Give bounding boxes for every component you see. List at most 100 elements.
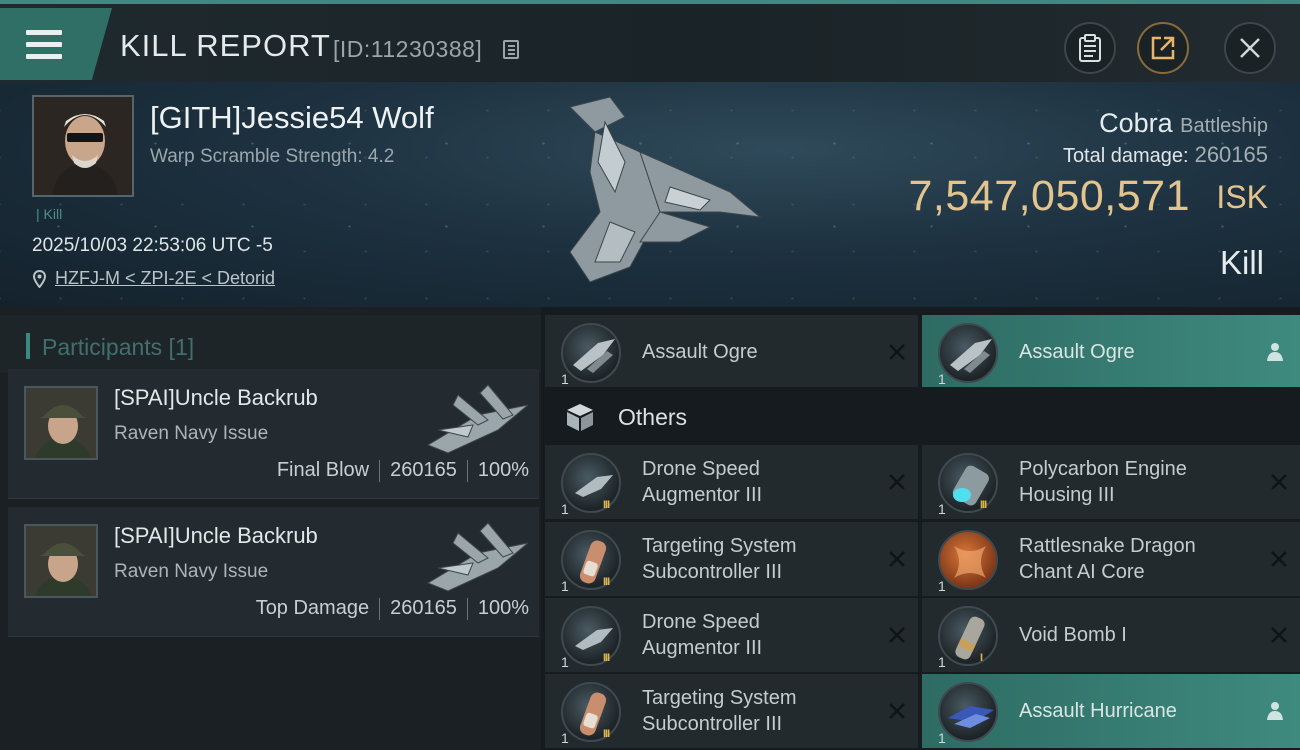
item-name: Drone Speed Augmentor III	[642, 458, 763, 506]
subcontroller-icon	[561, 682, 621, 742]
item-name: Drone Speed Augmentor III	[642, 611, 763, 659]
participant-damage: 260165	[390, 459, 457, 481]
participants-heading: Participants [1]	[42, 334, 195, 360]
divider	[466, 597, 468, 620]
item-quantity: 1	[938, 371, 946, 387]
others-label: Others	[618, 404, 688, 430]
participant-ship: Raven Navy Issue	[114, 423, 269, 444]
remove-x-icon[interactable]	[888, 702, 906, 720]
participant-name[interactable]: [SPAI]Uncle Backrub	[114, 385, 318, 411]
remove-x-icon[interactable]	[1270, 626, 1288, 644]
warp-scramble-strength: Warp Scramble Strength: 4.2	[150, 146, 395, 167]
pilot-icon[interactable]	[1266, 342, 1284, 362]
ship-class: Battleship	[1180, 115, 1268, 137]
participant-role: Final Blow	[276, 459, 370, 481]
participant-avatar[interactable]	[24, 524, 98, 598]
location-pin-icon	[33, 270, 46, 288]
item-quantity: 1	[561, 501, 569, 517]
item-slot[interactable]: 1 Assault Ogre	[545, 315, 918, 389]
menu-icon[interactable]	[26, 30, 62, 60]
participant-ship-image	[426, 522, 529, 592]
remove-x-icon[interactable]	[888, 550, 906, 568]
item-quantity: 1	[938, 501, 946, 517]
item-quantity: 1	[938, 654, 946, 670]
item-slot[interactable]: 1 Assault Hurricane	[922, 674, 1300, 748]
item-quantity: 1	[561, 730, 569, 746]
participant-card[interactable]: [SPAI]Uncle Backrub Raven Navy Issue Fin…	[8, 369, 539, 499]
page-title: KILL REPORT	[120, 28, 331, 63]
drone-icon	[561, 323, 621, 383]
victim-ship-image	[569, 96, 762, 283]
clipboard-button[interactable]	[1064, 22, 1116, 74]
remove-x-icon[interactable]	[1270, 550, 1288, 568]
participant-card[interactable]: [SPAI]Uncle Backrub Raven Navy Issue Top…	[8, 507, 539, 637]
victim-name[interactable]: [GITH]Jessie54 Wolf	[150, 100, 434, 136]
participants-panel: Participants [1] [SPAI]Uncle Backrub Rav…	[0, 307, 541, 750]
item-name: Void Bomb I	[1019, 624, 1127, 646]
victim-avatar[interactable]	[32, 95, 134, 197]
item-slot[interactable]: 1 III Drone Speed Augmentor III	[545, 445, 918, 519]
item-name: Assault Hurricane	[1019, 700, 1177, 722]
item-name: Assault Ogre	[642, 341, 758, 363]
participant-ship: Raven Navy Issue	[114, 561, 269, 582]
tier-badge: III	[980, 499, 987, 511]
victim-ship-type: Cobra Battleship	[1099, 108, 1268, 139]
item-slot[interactable]: 1 III Polycarbon Engine Housing III	[922, 445, 1300, 519]
tier-badge: III	[603, 576, 610, 588]
remove-x-icon[interactable]	[888, 626, 906, 644]
participant-avatar[interactable]	[24, 386, 98, 460]
isk-label: ISK	[1216, 179, 1268, 215]
item-slot[interactable]: 1 Assault Ogre	[922, 315, 1300, 389]
remove-x-icon[interactable]	[1270, 473, 1288, 491]
item-quantity: 1	[938, 730, 946, 746]
items-panel: 1 Assault Ogre 1 Assault Ogre Others 1 I…	[541, 307, 1300, 750]
divider	[379, 459, 381, 482]
total-damage: Total damage: 260165	[1063, 142, 1268, 168]
item-name: Polycarbon Engine Housing III	[1019, 458, 1187, 506]
item-quantity: 1	[561, 578, 569, 594]
participant-name[interactable]: [SPAI]Uncle Backrub	[114, 523, 318, 549]
drone-icon	[938, 323, 998, 383]
share-icon	[1151, 36, 1175, 60]
total-damage-label: Total damage:	[1062, 145, 1189, 167]
outcome-label: Kill	[1219, 244, 1264, 281]
tier-badge: I	[980, 652, 983, 664]
clipboard-icon	[1079, 34, 1101, 62]
subcontroller-icon	[561, 530, 621, 590]
tier-badge: III	[603, 499, 610, 511]
item-quantity: 1	[561, 371, 569, 387]
item-slot[interactable]: 1 III Targeting System Subcontroller III	[545, 674, 918, 748]
close-button[interactable]	[1224, 22, 1276, 74]
item-slot[interactable]: 1 I Void Bomb I	[922, 598, 1300, 672]
participant-role: Top Damage	[255, 597, 370, 619]
engine-housing-icon	[938, 453, 998, 513]
isk-value: 7,547,050,571	[908, 172, 1190, 220]
drone-icon	[938, 682, 998, 742]
menu-tab[interactable]	[0, 8, 112, 80]
participants-header: Participants [1]	[0, 315, 541, 373]
report-id: [ID:11230388]	[333, 36, 483, 62]
item-quantity: 1	[561, 654, 569, 670]
item-slot[interactable]: 1 Rattlesnake Dragon Chant AI Core	[922, 522, 1300, 596]
item-name: Rattlesnake Dragon Chant AI Core	[1019, 535, 1196, 583]
total-damage-value: 260165	[1194, 142, 1268, 167]
item-name: Targeting System Subcontroller III	[642, 535, 797, 583]
remove-x-icon[interactable]	[888, 473, 906, 491]
share-button[interactable]	[1137, 22, 1189, 74]
location-link[interactable]: HZFJ-M < ZPI-2E < Detorid	[55, 268, 275, 289]
copy-icon[interactable]	[503, 40, 519, 59]
item-slot[interactable]: 1 III Drone Speed Augmentor III	[545, 598, 918, 672]
participant-percent: 100%	[477, 459, 529, 481]
participant-ship-image	[426, 384, 529, 454]
pilot-icon[interactable]	[1266, 701, 1284, 721]
tier-badge: III	[603, 652, 610, 664]
bomb-icon	[938, 606, 998, 666]
ai-core-icon	[938, 530, 998, 590]
divider	[379, 597, 381, 620]
tier-badge: III	[603, 728, 610, 740]
box-icon	[567, 404, 593, 431]
victim-banner: [GITH]Jessie54 Wolf Warp Scramble Streng…	[0, 82, 1300, 307]
header-accent-bar	[26, 333, 30, 359]
item-slot[interactable]: 1 III Targeting System Subcontroller III	[545, 522, 918, 596]
remove-x-icon[interactable]	[888, 343, 906, 361]
